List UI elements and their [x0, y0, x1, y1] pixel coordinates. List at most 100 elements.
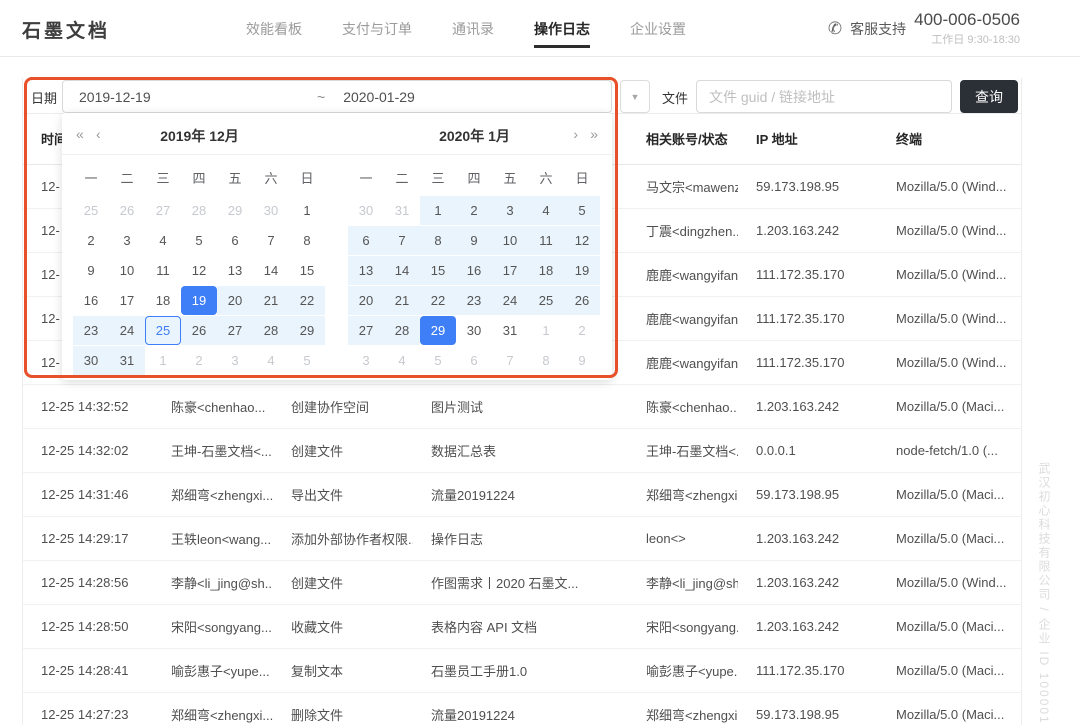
- calendar-day-18[interactable]: 18: [528, 256, 564, 285]
- calendar-day-19[interactable]: 19: [564, 256, 600, 285]
- calendar-day-21[interactable]: 21: [253, 286, 289, 315]
- file-guid-input[interactable]: [696, 80, 952, 113]
- next-month-icon[interactable]: ›: [573, 125, 578, 143]
- calendar-day-8[interactable]: 8: [420, 226, 456, 255]
- calendar-day-7[interactable]: 7: [492, 346, 528, 375]
- calendar-day-11[interactable]: 11: [528, 226, 564, 255]
- calendar-day-17[interactable]: 17: [492, 256, 528, 285]
- calendar-day-26[interactable]: 26: [109, 196, 145, 225]
- calendar-day-16[interactable]: 16: [73, 286, 109, 315]
- calendar-day-3[interactable]: 3: [492, 196, 528, 225]
- calendar-day-28[interactable]: 28: [181, 196, 217, 225]
- calendar-day-30[interactable]: 30: [348, 196, 384, 225]
- calendar-day-31[interactable]: 31: [109, 346, 145, 375]
- date-range-input[interactable]: 2019-12-19 ~ 2020-01-29: [62, 80, 612, 113]
- calendar-day-9[interactable]: 9: [456, 226, 492, 255]
- calendar-day-5[interactable]: 5: [564, 196, 600, 225]
- calendar-day-30[interactable]: 30: [253, 196, 289, 225]
- calendar-day-31[interactable]: 31: [492, 316, 528, 345]
- calendar-day-27[interactable]: 27: [145, 196, 181, 225]
- calendar-day-27[interactable]: 27: [348, 316, 384, 345]
- calendar-day-10[interactable]: 10: [492, 226, 528, 255]
- calendar-day-29[interactable]: 29: [289, 316, 325, 345]
- calendar-day-1[interactable]: 1: [528, 316, 564, 345]
- calendar-day-27[interactable]: 27: [217, 316, 253, 345]
- weekday-label: 一: [348, 163, 384, 195]
- nav-item-enterprise-settings[interactable]: 企业设置: [630, 0, 686, 57]
- calendar-day-11[interactable]: 11: [145, 256, 181, 285]
- calendar-day-4[interactable]: 4: [384, 346, 420, 375]
- calendar-day-4[interactable]: 4: [528, 196, 564, 225]
- cell-account: 王坤-石墨文档<...: [153, 441, 273, 460]
- calendar-day-26[interactable]: 26: [181, 316, 217, 345]
- calendar-day-14[interactable]: 14: [253, 256, 289, 285]
- calendar-day-1[interactable]: 1: [145, 346, 181, 375]
- calendar-day-23[interactable]: 23: [456, 286, 492, 315]
- calendar-day-25[interactable]: 25: [73, 196, 109, 225]
- calendar-day-3[interactable]: 3: [217, 346, 253, 375]
- calendar-day-17[interactable]: 17: [109, 286, 145, 315]
- calendar-day-28[interactable]: 28: [384, 316, 420, 345]
- calendar-day-3[interactable]: 3: [109, 226, 145, 255]
- calendar-day-26[interactable]: 26: [564, 286, 600, 315]
- calendar-day-16[interactable]: 16: [456, 256, 492, 285]
- calendar-day-5[interactable]: 5: [181, 226, 217, 255]
- calendar-day-1[interactable]: 1: [420, 196, 456, 225]
- nav-item-operation-logs[interactable]: 操作日志: [534, 0, 590, 57]
- calendar-day-9[interactable]: 9: [564, 346, 600, 375]
- calendar-day-31[interactable]: 31: [384, 196, 420, 225]
- calendar-day-6[interactable]: 6: [348, 226, 384, 255]
- cell-terminal: Mozilla/5.0 (Maci...: [878, 707, 1021, 722]
- cell-related: 马文宗<mawenz...: [628, 177, 738, 196]
- next-year-icon[interactable]: »: [590, 125, 598, 143]
- calendar-day-4[interactable]: 4: [253, 346, 289, 375]
- calendar-day-23[interactable]: 23: [73, 316, 109, 345]
- calendar-day-24[interactable]: 24: [109, 316, 145, 345]
- calendar-day-4[interactable]: 4: [145, 226, 181, 255]
- calendar-day-6[interactable]: 6: [456, 346, 492, 375]
- support-label: 客服支持: [850, 19, 906, 39]
- calendar-day-2[interactable]: 2: [181, 346, 217, 375]
- calendar-day-22[interactable]: 22: [289, 286, 325, 315]
- calendar-day-20[interactable]: 20: [217, 286, 253, 315]
- calendar-day-21[interactable]: 21: [384, 286, 420, 315]
- calendar-day-13[interactable]: 13: [217, 256, 253, 285]
- calendar-day-15[interactable]: 15: [289, 256, 325, 285]
- calendar-day-7[interactable]: 7: [384, 226, 420, 255]
- operation-type-select[interactable]: ▼: [620, 80, 650, 113]
- calendar-day-22[interactable]: 22: [420, 286, 456, 315]
- calendar-day-7[interactable]: 7: [253, 226, 289, 255]
- calendar-day-29[interactable]: 29: [420, 316, 456, 345]
- calendar-day-28[interactable]: 28: [253, 316, 289, 345]
- calendar-day-30[interactable]: 30: [73, 346, 109, 375]
- calendar-day-5[interactable]: 5: [289, 346, 325, 375]
- calendar-day-8[interactable]: 8: [289, 226, 325, 255]
- calendar-day-30[interactable]: 30: [456, 316, 492, 345]
- calendar-day-5[interactable]: 5: [420, 346, 456, 375]
- calendar-day-24[interactable]: 24: [492, 286, 528, 315]
- calendar-day-20[interactable]: 20: [348, 286, 384, 315]
- calendar-day-12[interactable]: 12: [564, 226, 600, 255]
- calendar-day-2[interactable]: 2: [73, 226, 109, 255]
- calendar-day-3[interactable]: 3: [348, 346, 384, 375]
- calendar-day-19[interactable]: 19: [181, 286, 217, 315]
- calendar-day-15[interactable]: 15: [420, 256, 456, 285]
- calendar-day-12[interactable]: 12: [181, 256, 217, 285]
- calendar-day-25[interactable]: 25: [528, 286, 564, 315]
- calendar-day-2[interactable]: 2: [564, 316, 600, 345]
- calendar-day-25[interactable]: 25: [145, 316, 181, 345]
- calendar-day-13[interactable]: 13: [348, 256, 384, 285]
- nav-item-dashboard[interactable]: 效能看板: [246, 0, 302, 57]
- calendar-day-29[interactable]: 29: [217, 196, 253, 225]
- calendar-day-8[interactable]: 8: [528, 346, 564, 375]
- nav-item-contacts[interactable]: 通讯录: [452, 0, 494, 57]
- calendar-day-6[interactable]: 6: [217, 226, 253, 255]
- calendar-day-10[interactable]: 10: [109, 256, 145, 285]
- nav-item-payments[interactable]: 支付与订单: [342, 0, 412, 57]
- calendar-day-9[interactable]: 9: [73, 256, 109, 285]
- calendar-day-1[interactable]: 1: [289, 196, 325, 225]
- calendar-day-2[interactable]: 2: [456, 196, 492, 225]
- calendar-day-18[interactable]: 18: [145, 286, 181, 315]
- calendar-day-14[interactable]: 14: [384, 256, 420, 285]
- query-button[interactable]: 查询: [960, 80, 1018, 113]
